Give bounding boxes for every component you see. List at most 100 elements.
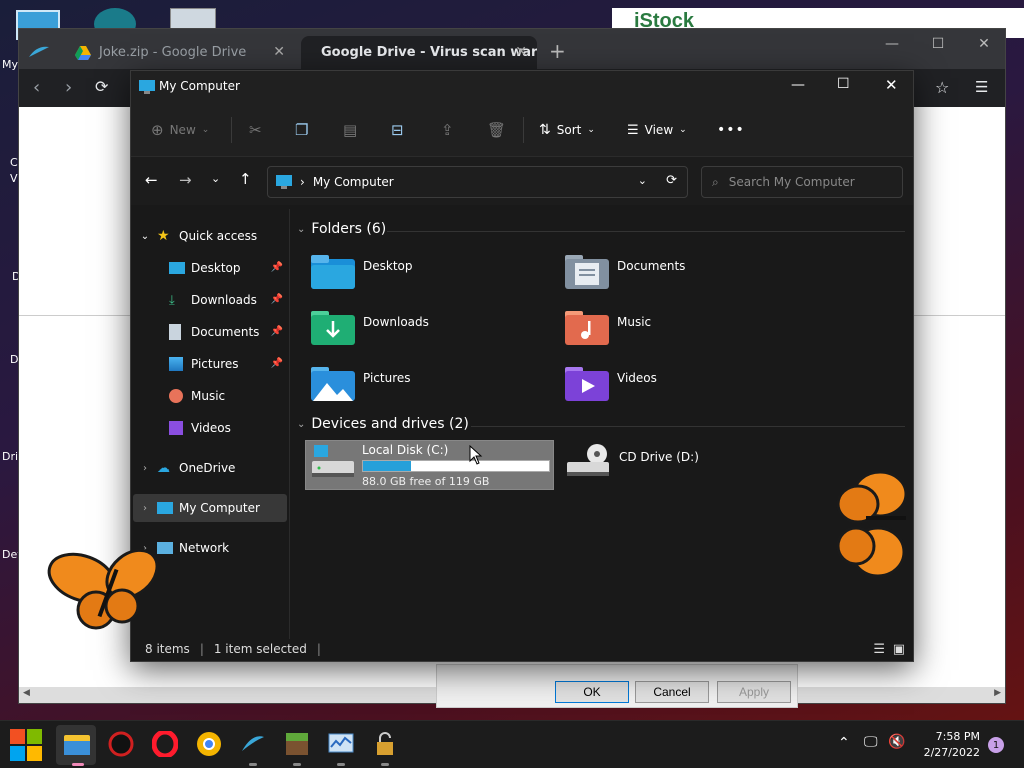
folder-label: Videos [617,371,657,385]
tab-joke-zip[interactable]: Joke.zip - Google Drive ✕ [63,36,295,69]
close-tab-icon[interactable]: ✕ [515,44,527,60]
nav-downloads[interactable]: ⤓ Downloads 📌 [133,286,287,314]
folder-music[interactable]: Music [565,309,805,353]
cd-drive-icon [567,444,609,476]
sort-button[interactable]: ⇅ Sort ⌄ [539,117,595,143]
reload-icon[interactable]: ⟳ [95,77,108,96]
explorer-title-bar[interactable]: My Computer — ☐ ✕ [131,71,913,103]
apply-button[interactable]: Apply [717,681,791,703]
maximize-button[interactable]: ☐ [837,76,850,92]
large-icons-view-icon[interactable]: ▣ [893,642,905,657]
folder-label: Downloads [363,315,429,329]
pane-splitter[interactable] [289,209,290,639]
folder-label: Music [617,315,652,329]
forward-arrow-icon[interactable]: → [179,171,192,189]
running-indicator [293,763,301,766]
folders-group-header[interactable]: ⌄ Folders (6) [297,221,386,237]
nav-my-computer[interactable]: › My Computer [133,494,287,522]
address-bar[interactable]: › My Computer ⌄ ⟳ [267,166,688,198]
videos-icon [169,421,183,435]
pictures-icon [169,357,183,371]
view-list-icon: ☰ [627,122,639,138]
clock-time: 7:58 PM [935,730,980,743]
status-bar: 8 items | 1 item selected | ☰ ▣ [131,637,913,661]
back-arrow-icon[interactable]: ← [145,171,158,189]
chrome-icon[interactable] [196,731,222,757]
settings-sliders-icon[interactable]: ☰ [975,78,988,96]
tab-virus-scan-warning[interactable]: Google Drive - Virus scan warn ✕ [301,36,537,69]
show-hidden-icons-chevron[interactable]: ⌃ [838,735,850,751]
share-icon: ⇪ [441,121,454,139]
new-button[interactable]: ⊕ New ⌄ [151,117,209,143]
status-separator: | [199,642,204,656]
system-monitor-icon[interactable] [328,731,354,757]
minimize-button[interactable]: — [791,77,805,93]
minimize-button[interactable]: — [869,29,915,59]
close-window-button[interactable]: ✕ [961,29,1007,59]
folder-downloads[interactable]: Downloads [311,309,551,353]
rename-icon: ⊟ [391,121,404,139]
up-arrow-icon[interactable]: ↑ [239,170,252,188]
folder-documents[interactable]: Documents [565,253,805,297]
search-input[interactable]: ⌕ Search My Computer [701,166,903,198]
more-options-button[interactable]: ••• [717,117,745,143]
copy-button[interactable]: ❐ [295,117,308,143]
minecraft-icon[interactable] [284,731,310,757]
recent-chevron-icon[interactable]: ⌄ [211,172,220,185]
nav-music[interactable]: Music [133,382,287,410]
documents-folder-icon [565,255,609,289]
bookmark-star-icon[interactable]: ☆ [935,78,949,97]
scroll-right-icon[interactable]: ▶ [994,688,1001,698]
clock-date: 2/27/2022 [923,746,980,759]
folder-pictures[interactable]: Pictures [311,365,551,409]
file-explorer-window: My Computer — ☐ ✕ ⊕ New ⌄ ✂ ❐ ▤ ⊟ ⇪ 🗑 ⇅ … [130,70,914,662]
volume-muted-icon[interactable]: 🔇 [888,734,905,750]
start-windows-icon[interactable] [10,729,42,761]
forward-icon[interactable]: › [65,77,72,98]
view-button[interactable]: ☰ View ⌄ [627,117,687,143]
content-pane: ⌄ Folders (6) Desktop Documents Download… [291,209,913,639]
nav-label: Videos [191,421,231,435]
drives-group-header[interactable]: ⌄ Devices and drives (2) [297,416,469,432]
cut-button[interactable]: ✂ [249,117,262,143]
network-status-icon[interactable]: 🖵 [864,734,878,750]
share-button[interactable]: ⇪ [441,117,454,143]
close-button[interactable]: ✕ [885,76,898,94]
clock[interactable]: 7:58 PM 2/27/2022 [924,729,980,761]
file-explorer-icon[interactable] [64,731,90,757]
notification-badge[interactable]: 1 [988,737,1004,753]
nav-quick-access[interactable]: ⌄ ★ Quick access [133,222,287,250]
pictures-folder-icon [311,367,355,401]
nav-videos[interactable]: Videos [133,414,287,442]
running-indicator [72,763,84,766]
drive-usage-bar [362,460,550,472]
opera-browser-icon[interactable] [152,731,178,757]
nav-desktop[interactable]: Desktop 📌 [133,254,287,282]
music-icon [169,389,183,403]
nav-documents[interactable]: Documents 📌 [133,318,287,346]
paste-button[interactable]: ▤ [343,117,357,143]
drive-cd-d[interactable]: CD Drive (D:) [565,440,805,490]
delete-button[interactable]: 🗑 [487,117,506,143]
back-icon[interactable]: ‹ [33,77,40,98]
maximize-button[interactable]: ☐ [915,29,961,59]
details-view-icon[interactable]: ☰ [873,642,885,657]
address-dropdown-icon[interactable]: ⌄ [638,174,647,187]
drive-local-disk-c[interactable]: Local Disk (C:) 88.0 GB free of 119 GB [305,440,554,490]
drive-label: CD Drive (D:) [619,450,699,464]
nav-pictures[interactable]: Pictures 📌 [133,350,287,378]
close-tab-icon[interactable]: ✕ [273,44,285,60]
ok-button[interactable]: OK [555,681,629,703]
nav-onedrive[interactable]: › ☁ OneDrive [133,454,287,482]
refresh-icon[interactable]: ⟳ [666,173,677,188]
scroll-left-icon[interactable]: ◀ [23,688,30,698]
folder-desktop[interactable]: Desktop [311,253,551,297]
lock-app-icon[interactable] [372,731,398,757]
new-tab-button[interactable]: + [549,39,566,63]
cancel-button[interactable]: Cancel [635,681,709,703]
browser-bird-icon[interactable] [240,731,266,757]
rename-button[interactable]: ⊟ [391,117,404,143]
nav-label: Desktop [191,261,241,275]
folder-videos[interactable]: Videos [565,365,805,409]
security-app-icon[interactable] [108,731,134,757]
